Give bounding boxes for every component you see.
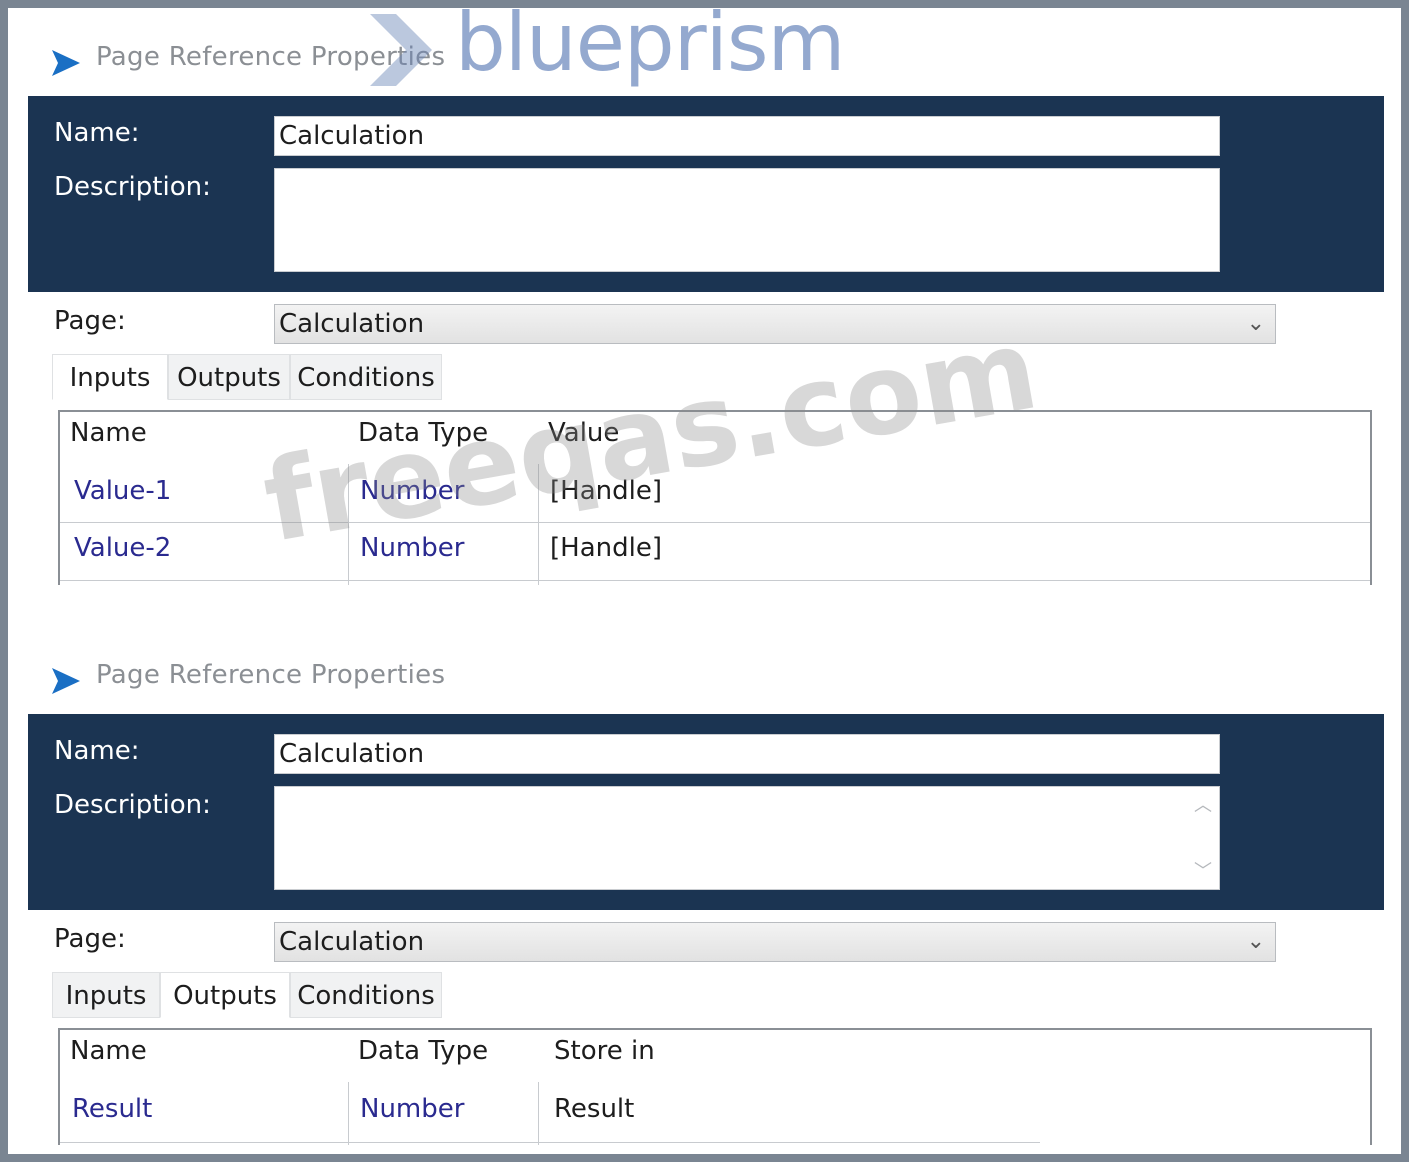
name-description-header: Name: Calculation Description: (28, 96, 1384, 292)
row-name[interactable]: Result (72, 1094, 152, 1124)
column-divider (348, 1082, 349, 1145)
row-data-type[interactable]: Number (360, 533, 464, 563)
name-description-header: Name: Calculation Description: ︿ ﹀ (28, 714, 1384, 910)
page-dropdown-value: Calculation (279, 927, 425, 957)
column-header-name: Name (70, 1036, 147, 1066)
column-divider (348, 464, 349, 585)
row-divider (60, 580, 1370, 581)
tab-strip: Inputs Outputs Conditions (52, 354, 442, 400)
row-divider (60, 522, 1370, 523)
column-header-value: Value (548, 418, 620, 448)
page-dropdown-value: Calculation (279, 309, 425, 339)
row-divider (60, 1142, 1040, 1143)
name-label: Name: (54, 118, 140, 148)
tab-conditions[interactable]: Conditions (290, 354, 442, 400)
column-header-data-type: Data Type (358, 1036, 489, 1066)
column-header-store-in: Store in (554, 1036, 655, 1066)
chevron-down-icon: ⌄ (1246, 311, 1265, 336)
name-field[interactable]: Calculation (274, 116, 1220, 156)
blueprism-watermark-icon (370, 14, 432, 86)
column-divider (538, 1082, 539, 1145)
chevron-down-icon[interactable]: ﹀ (1194, 857, 1212, 883)
page-dropdown[interactable]: Calculation ⌄ (274, 922, 1276, 962)
blueprism-logo-icon (52, 50, 80, 76)
blueprism-logo-icon (52, 668, 80, 694)
row-value[interactable]: [Handle] (550, 533, 662, 563)
page-label: Page: (54, 924, 126, 954)
name-label: Name: (54, 736, 140, 766)
blueprism-watermark: blueprism (350, 0, 845, 92)
row-name[interactable]: Value-2 (74, 533, 171, 563)
tab-outputs[interactable]: Outputs (168, 354, 290, 400)
tab-strip: Inputs Outputs Conditions (52, 972, 442, 1018)
blueprism-watermark-text: blueprism (455, 0, 845, 89)
chevron-up-icon[interactable]: ︿ (1194, 791, 1212, 817)
row-name[interactable]: Value-1 (74, 476, 171, 506)
tab-outputs[interactable]: Outputs (160, 972, 290, 1018)
description-label: Description: (54, 172, 211, 202)
outputs-grid: Name Data Type Store in Result Number Re… (58, 1028, 1372, 1145)
description-scrollbar[interactable]: ︿ ﹀ (1191, 791, 1217, 887)
tab-conditions[interactable]: Conditions (290, 972, 442, 1018)
page-reference-properties-dialog-2: Page Reference Properties Name: Calculat… (28, 648, 1384, 1145)
row-data-type[interactable]: Number (360, 476, 464, 506)
page-reference-properties-dialog-1: Page Reference Properties Name: Calculat… (28, 30, 1384, 585)
row-value[interactable]: [Handle] (550, 476, 662, 506)
column-header-data-type: Data Type (358, 418, 489, 448)
dialog-titlebar: Page Reference Properties (28, 648, 1384, 714)
dialog-title: Page Reference Properties (96, 660, 446, 690)
row-store-in[interactable]: Result (554, 1094, 634, 1124)
page-label: Page: (54, 306, 126, 336)
description-label: Description: (54, 790, 211, 820)
column-divider (538, 464, 539, 585)
tab-inputs[interactable]: Inputs (52, 972, 160, 1018)
tab-inputs[interactable]: Inputs (52, 354, 168, 400)
name-field[interactable]: Calculation (274, 734, 1220, 774)
description-field[interactable] (274, 168, 1220, 272)
inputs-grid: Name Data Type Value Value-1 Number [Han… (58, 410, 1372, 585)
row-data-type[interactable]: Number (360, 1094, 464, 1124)
description-field[interactable]: ︿ ﹀ (274, 786, 1220, 890)
panel-separator (28, 585, 1384, 649)
chevron-down-icon: ⌄ (1246, 929, 1265, 954)
column-header-name: Name (70, 418, 147, 448)
page-dropdown[interactable]: Calculation ⌄ (274, 304, 1276, 344)
